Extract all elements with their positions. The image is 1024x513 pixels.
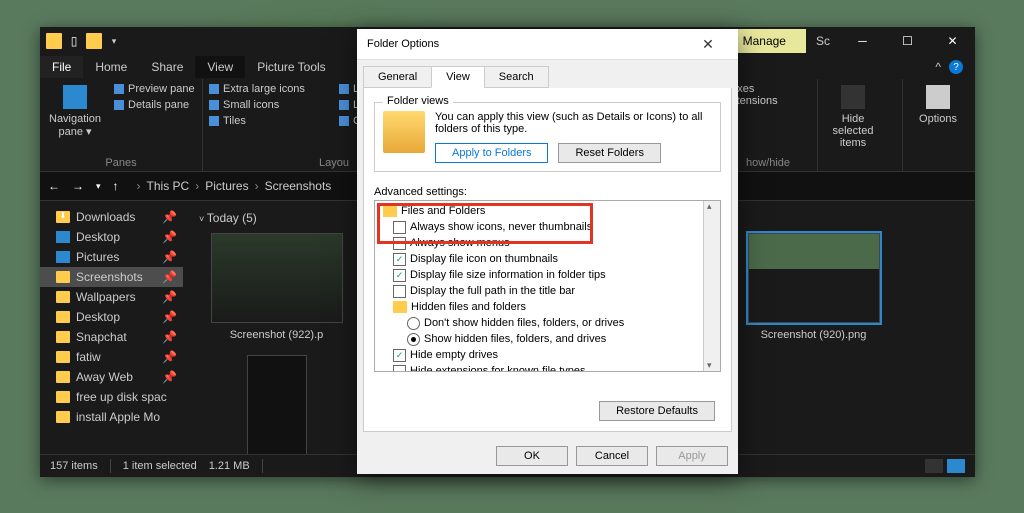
qat-dropdown-icon[interactable]: ▾ (106, 33, 122, 49)
scrollbar[interactable] (703, 201, 720, 371)
folder-options-dialog: Folder Options ✕ General View Search Fol… (357, 29, 738, 474)
pin-icon: 📌 (162, 310, 177, 324)
tab-view[interactable]: View (431, 66, 485, 88)
up-button[interactable]: ↑ (111, 179, 121, 193)
tab-view[interactable]: View (195, 56, 245, 78)
tab-share[interactable]: Share (139, 56, 195, 78)
qat-icon[interactable]: ▯ (66, 33, 82, 49)
setting-hide-empty[interactable]: ✓Hide empty drives (379, 347, 716, 363)
dialog-titlebar: Folder Options ✕ (357, 29, 738, 60)
back-button[interactable]: ← (46, 179, 62, 193)
breadcrumb[interactable]: ›This PC›Pictures›Screenshots (137, 179, 332, 193)
tab-home[interactable]: Home (83, 56, 139, 78)
folder-icon (393, 301, 407, 313)
preview-pane-button[interactable]: Preview pane (114, 83, 195, 95)
close-button[interactable]: ✕ (688, 36, 728, 53)
pin-icon: 📌 (162, 210, 177, 224)
nav-pictures[interactable]: Pictures📌 (40, 247, 183, 267)
view-thumbnails-icon[interactable] (947, 459, 965, 473)
setting-hidden-group: Hidden files and folders (379, 299, 716, 315)
pin-icon: 📌 (162, 270, 177, 284)
details-pane-button[interactable]: Details pane (114, 99, 195, 111)
pin-icon: 📌 (162, 330, 177, 344)
tab-file[interactable]: File (40, 56, 83, 78)
tab-general[interactable]: General (363, 66, 432, 88)
tree-root: Files and Folders (379, 203, 716, 219)
pin-icon: 📌 (162, 230, 177, 244)
nav-apple[interactable]: install Apple Mo (40, 407, 183, 427)
nav-awayweb[interactable]: Away Web📌 (40, 367, 183, 387)
advanced-settings-label: Advanced settings: (374, 186, 721, 198)
nav-desktop2[interactable]: Desktop📌 (40, 307, 183, 327)
setting-file-size-tips[interactable]: ✓Display file size information in folder… (379, 267, 716, 283)
setting-hide-ext[interactable]: Hide extensions for known file types (379, 363, 716, 372)
dialog-body: Folder views You can apply this view (su… (363, 88, 732, 432)
tab-search[interactable]: Search (484, 66, 549, 88)
folder-views-group: Folder views You can apply this view (su… (374, 102, 721, 172)
minimize-button[interactable]: ─ (840, 27, 885, 55)
pin-icon: 📌 (162, 370, 177, 384)
folder-icon (46, 33, 62, 49)
setting-full-path-title[interactable]: Display the full path in the title bar (379, 283, 716, 299)
history-dropdown[interactable]: ▾ (94, 181, 103, 192)
layout-small[interactable]: Small icons (209, 99, 329, 111)
navigation-tree: Downloads📌 Desktop📌 Pictures📌 Screenshot… (40, 201, 183, 454)
layout-tiles[interactable]: Tiles (209, 115, 329, 127)
apply-to-folders-button[interactable]: Apply to Folders (435, 143, 548, 163)
setting-dont-show-hidden[interactable]: Don't show hidden files, folders, or dri… (379, 315, 716, 331)
close-button[interactable]: ✕ (930, 27, 975, 55)
folder-icon (383, 111, 425, 153)
advanced-settings-list[interactable]: Files and Folders Always show icons, nev… (374, 200, 721, 372)
nav-screenshots[interactable]: Screenshots📌 (40, 267, 183, 287)
file-item-selected[interactable]: Screenshot (920).png (736, 233, 891, 341)
status-size: 1.21 MB (209, 460, 250, 472)
status-item-count: 157 items (50, 460, 98, 472)
forward-button[interactable]: → (70, 179, 86, 193)
setting-always-menus[interactable]: Always show menus (379, 235, 716, 251)
view-details-icon[interactable] (925, 459, 943, 473)
apply-button[interactable]: Apply (656, 446, 728, 466)
nav-freeup[interactable]: free up disk spac (40, 387, 183, 407)
tab-picture-tools[interactable]: Picture Tools (245, 56, 337, 78)
dialog-title: Folder Options (367, 38, 439, 50)
nav-snapchat[interactable]: Snapchat📌 (40, 327, 183, 347)
file-item[interactable]: Screenshot (919).p (199, 355, 354, 454)
pin-icon: 📌 (162, 250, 177, 264)
cancel-button[interactable]: Cancel (576, 446, 648, 466)
maximize-button[interactable]: ☐ (885, 27, 930, 55)
group-panes: Panes (46, 157, 196, 169)
setting-file-icon-thumb[interactable]: ✓Display file icon on thumbnails (379, 251, 716, 267)
options-button[interactable]: Options (909, 81, 967, 125)
nav-desktop[interactable]: Desktop📌 (40, 227, 183, 247)
file-item[interactable]: Screenshot (922).p (199, 233, 354, 341)
dialog-footer: OK Cancel Apply (357, 438, 738, 474)
restore-defaults-button[interactable]: Restore Defaults (599, 401, 715, 421)
nav-downloads[interactable]: Downloads📌 (40, 207, 183, 227)
help-icon[interactable]: ? (949, 60, 963, 74)
setting-show-hidden[interactable]: Show hidden files, folders, and drives (379, 331, 716, 347)
hide-selected-button[interactable]: Hide selected items (824, 81, 882, 149)
folder-icon (383, 205, 397, 217)
layout-extra-large[interactable]: Extra large icons (209, 83, 329, 95)
setting-always-icons[interactable]: Always show icons, never thumbnails (379, 219, 716, 235)
folder-views-text: You can apply this view (such as Details… (435, 111, 712, 135)
nav-wallpapers[interactable]: Wallpapers📌 (40, 287, 183, 307)
pin-icon: 📌 (162, 290, 177, 304)
group-legend: Folder views (383, 95, 453, 107)
navigation-pane-button[interactable]: Navigation pane ▾ (46, 81, 104, 157)
nav-fatiw[interactable]: fatiw📌 (40, 347, 183, 367)
status-selection: 1 item selected (123, 460, 197, 472)
qat-icon[interactable] (86, 33, 102, 49)
window-title: Sc (806, 34, 840, 48)
reset-folders-button[interactable]: Reset Folders (558, 143, 660, 163)
ok-button[interactable]: OK (496, 446, 568, 466)
dialog-tabs: General View Search (357, 60, 738, 88)
collapse-ribbon-icon[interactable]: ^ (935, 60, 941, 74)
pin-icon: 📌 (162, 350, 177, 364)
